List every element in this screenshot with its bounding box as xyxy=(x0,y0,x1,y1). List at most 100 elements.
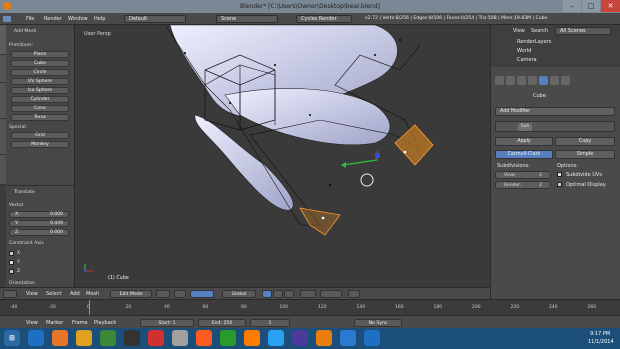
add-mesh-header[interactable]: Add Mesh xyxy=(14,29,36,34)
render-engine-select[interactable]: Cycles Render xyxy=(296,15,352,23)
add-torus-button[interactable]: Torus xyxy=(11,114,69,121)
pivot-point-select[interactable] xyxy=(174,290,186,298)
hp-icon[interactable] xyxy=(172,330,188,346)
tab-animation[interactable] xyxy=(0,119,6,155)
menu-render[interactable]: Render xyxy=(44,16,62,22)
viewport-shading-select[interactable] xyxy=(156,290,170,298)
catmull-clark-button[interactable]: Catmull-Clark xyxy=(495,150,553,159)
photoshop-icon[interactable] xyxy=(268,330,284,346)
outliner-search-menu[interactable]: Search xyxy=(531,28,548,34)
object-tab-icon[interactable] xyxy=(528,76,537,85)
mesh-canvas[interactable] xyxy=(75,25,490,287)
menu-mesh[interactable]: Mesh xyxy=(86,291,99,297)
ie-icon[interactable] xyxy=(28,330,44,346)
render-preview-button[interactable] xyxy=(348,290,360,298)
copy-button[interactable]: Copy xyxy=(555,137,615,146)
mode-select[interactable]: Edit Mode xyxy=(110,290,152,298)
add-cube-button[interactable]: Cube xyxy=(11,60,69,67)
scene-select[interactable]: Scene xyxy=(216,15,278,23)
chrome-icon[interactable] xyxy=(148,330,164,346)
menu-window[interactable]: Window xyxy=(68,16,88,22)
end-frame-field[interactable]: End: 250 xyxy=(198,319,246,327)
timeline[interactable]: -40 -20 0 20 40 60 80 100 120 140 160 180 200 220 240 2… xyxy=(0,299,620,328)
vector-y-field[interactable]: Y: 0.449 xyxy=(9,220,69,227)
add-uv-sphere-button[interactable]: UV Sphere xyxy=(11,78,69,85)
render-tab-icon[interactable] xyxy=(495,76,504,85)
add-cylinder-button[interactable]: Cylinder xyxy=(11,96,69,103)
menu-file[interactable]: File xyxy=(26,16,34,22)
proportional-edit-select[interactable] xyxy=(300,290,316,298)
outliner-item-world[interactable]: World xyxy=(517,48,531,54)
timeline-menu-view[interactable]: View xyxy=(26,320,38,326)
snap-toggle[interactable] xyxy=(320,290,342,298)
add-plane-button[interactable]: Plane xyxy=(11,51,69,58)
maximize-button[interactable]: □ xyxy=(582,0,600,12)
outliner-display-select[interactable]: All Scenes xyxy=(555,27,611,35)
material-tab-icon[interactable] xyxy=(561,76,570,85)
tab-tools[interactable] xyxy=(0,25,6,55)
firefox-icon[interactable] xyxy=(52,330,68,346)
editor-type-icon[interactable] xyxy=(3,16,11,22)
constraint-x-checkbox[interactable] xyxy=(9,251,14,256)
add-ico-sphere-button[interactable]: Ico Sphere xyxy=(11,87,69,94)
add-circle-button[interactable]: Circle xyxy=(11,69,69,76)
menu-view[interactable]: View xyxy=(26,291,38,297)
add-modifier-button[interactable]: Add Modifier xyxy=(495,107,615,116)
optimal-display-checkbox[interactable] xyxy=(557,182,562,187)
close-button[interactable]: ✕ xyxy=(601,0,620,12)
opera-icon[interactable] xyxy=(196,330,212,346)
add-monkey-button[interactable]: Monkey xyxy=(11,141,69,148)
edge-select-mode[interactable] xyxy=(273,290,283,298)
menu-select[interactable]: Select xyxy=(46,291,61,297)
constraint-y-checkbox[interactable] xyxy=(9,260,14,265)
3d-viewport[interactable]: User Persp (1) Cube xyxy=(75,25,490,287)
add-grid-button[interactable]: Grid xyxy=(11,132,69,139)
translate-header[interactable]: Translate xyxy=(14,190,35,195)
after-effects-icon[interactable] xyxy=(292,330,308,346)
render-levels-field[interactable]: Render: 2 xyxy=(495,181,551,189)
paint-icon[interactable] xyxy=(124,330,140,346)
add-cone-button[interactable]: Cone xyxy=(11,105,69,112)
timeline-menu-playback[interactable]: Playback xyxy=(94,320,116,326)
menu-help[interactable]: Help xyxy=(94,16,105,22)
media-icon[interactable] xyxy=(100,330,116,346)
modifier-tab-icon[interactable] xyxy=(539,76,548,85)
start-button-icon[interactable]: ⊞ xyxy=(4,330,20,346)
tab-physics[interactable] xyxy=(0,155,6,185)
orientation-select[interactable]: Global xyxy=(222,290,256,298)
outliner-view-menu[interactable]: View xyxy=(513,28,525,34)
tab-relations[interactable] xyxy=(0,83,6,119)
manipulator-toggle[interactable] xyxy=(190,290,214,298)
world-tab-icon[interactable] xyxy=(517,76,526,85)
tab-create[interactable] xyxy=(0,55,6,83)
view-levels-field[interactable]: View: 2 xyxy=(495,171,551,179)
screen-layout-select[interactable]: Default xyxy=(124,15,186,23)
vertex-select-mode[interactable] xyxy=(262,290,272,298)
scene-tab-icon[interactable] xyxy=(506,76,515,85)
globe-icon[interactable] xyxy=(340,330,356,346)
outliner-item-renderlayers[interactable]: RenderLayers xyxy=(517,39,551,45)
vector-x-field[interactable]: X: 0.000 xyxy=(9,211,69,218)
minimize-button[interactable]: – xyxy=(563,0,581,12)
sync-mode-select[interactable]: No Sync xyxy=(354,319,402,327)
folder-icon[interactable] xyxy=(76,330,92,346)
data-tab-icon[interactable] xyxy=(550,76,559,85)
blender-icon[interactable] xyxy=(316,330,332,346)
subdivide-uvs-checkbox[interactable] xyxy=(557,172,562,177)
start-frame-field[interactable]: Start: 1 xyxy=(140,319,194,327)
face-select-mode[interactable] xyxy=(284,290,294,298)
timeline-menu-frame[interactable]: Frame xyxy=(72,320,88,326)
current-frame-field[interactable]: 1 xyxy=(250,319,290,327)
illustrator-icon[interactable] xyxy=(244,330,260,346)
simple-button[interactable]: Simple xyxy=(555,150,615,159)
ie2-icon[interactable] xyxy=(364,330,380,346)
menu-add[interactable]: Add xyxy=(70,291,80,297)
timeline-menu-marker[interactable]: Marker xyxy=(46,320,63,326)
editor-type-3d-icon[interactable] xyxy=(3,290,17,298)
modifier-name-field[interactable]: Sub xyxy=(518,123,532,131)
constraint-z-checkbox[interactable] xyxy=(9,269,14,274)
outliner-item-camera[interactable]: Camera xyxy=(517,57,537,63)
green-app-icon[interactable] xyxy=(220,330,236,346)
apply-button[interactable]: Apply xyxy=(495,137,553,146)
vector-z-field[interactable]: Z: 0.000 xyxy=(9,229,69,236)
